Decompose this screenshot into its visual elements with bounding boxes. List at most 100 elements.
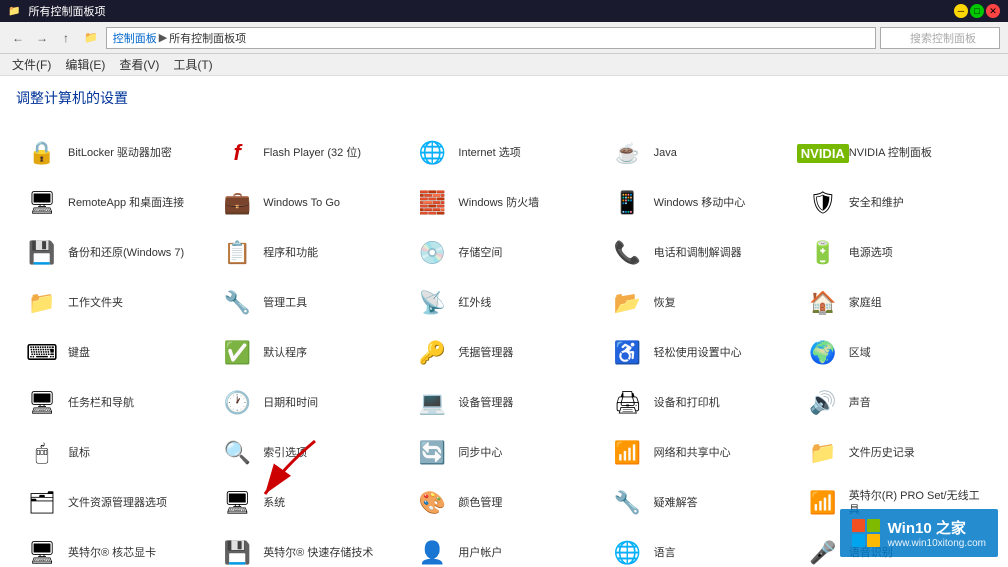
item-icon: 🔍: [219, 435, 255, 471]
watermark-main-text: Win10 之家: [888, 517, 986, 538]
item-label: 设备和打印机: [654, 396, 720, 410]
control-panel-item[interactable]: 💾 英特尔® 快速存储技术: [211, 528, 406, 567]
control-panel-item[interactable]: 📡 红外线: [406, 278, 601, 328]
item-label: 文件历史记录: [849, 446, 915, 460]
window-controls[interactable]: ─ □ ✕: [954, 4, 1000, 18]
item-label: 默认程序: [263, 346, 307, 360]
control-panel-item[interactable]: 🔊 声音: [797, 378, 992, 428]
window-title: 所有控制面板项: [28, 3, 954, 19]
item-label: 备份和还原(Windows 7): [68, 246, 184, 260]
menu-tools[interactable]: 工具(T): [167, 54, 218, 75]
item-label: Windows To Go: [263, 196, 340, 210]
item-label: 红外线: [458, 296, 491, 310]
control-panel-item[interactable]: 🔧 管理工具: [211, 278, 406, 328]
item-icon: 🖱: [24, 435, 60, 471]
control-panel-item[interactable]: 🖥 RemoteApp 和桌面连接: [16, 178, 211, 228]
control-panel-item[interactable]: 🖥 任务栏和导航: [16, 378, 211, 428]
control-panel-grid: 🔒 BitLocker 驱动器加密 f Flash Player (32 位) …: [16, 128, 992, 567]
control-panel-item[interactable]: 🔧 疑难解答: [602, 478, 797, 528]
control-panel-item[interactable]: 📁 文件历史记录: [797, 428, 992, 478]
control-panel-item[interactable]: 🔑 凭据管理器: [406, 328, 601, 378]
back-button[interactable]: ←: [8, 28, 28, 48]
control-panel-item[interactable]: 📋 程序和功能: [211, 228, 406, 278]
maximize-button[interactable]: □: [970, 4, 984, 18]
control-panel-item[interactable]: 💾 备份和还原(Windows 7): [16, 228, 211, 278]
item-icon: 💻: [414, 385, 450, 421]
item-icon: 💿: [414, 235, 450, 271]
item-icon: ♿: [610, 335, 646, 371]
item-label: 用户帐户: [458, 546, 502, 560]
control-panel-item[interactable]: 🖨 设备和打印机: [602, 378, 797, 428]
item-icon: 🔊: [805, 385, 841, 421]
menu-bar: 文件(F) 编辑(E) 查看(V) 工具(T): [0, 54, 1008, 76]
item-label: 网络和共享中心: [654, 446, 731, 460]
item-label: 英特尔® 核芯显卡: [68, 546, 156, 560]
control-panel-item[interactable]: ☕ Java: [602, 128, 797, 178]
control-panel-item[interactable]: ⌨ 键盘: [16, 328, 211, 378]
control-panel-item[interactable]: 📂 恢复: [602, 278, 797, 328]
menu-view[interactable]: 查看(V): [113, 54, 165, 75]
item-icon: 🌐: [610, 535, 646, 567]
control-panel-item[interactable]: 📁 工作文件夹: [16, 278, 211, 328]
menu-edit[interactable]: 编辑(E): [59, 54, 111, 75]
control-panel-item[interactable]: 🏠 家庭组: [797, 278, 992, 328]
item-label: NVIDIA 控制面板: [849, 146, 932, 160]
item-label: 颜色管理: [458, 496, 502, 510]
control-panel-item[interactable]: 🌍 区域: [797, 328, 992, 378]
control-panel-item[interactable]: 🧱 Windows 防火墙: [406, 178, 601, 228]
item-label: 声音: [849, 396, 871, 410]
search-button[interactable]: 搜索控制面板: [880, 27, 1000, 49]
control-panel-item[interactable]: 💻 设备管理器: [406, 378, 601, 428]
item-icon: 🕐: [219, 385, 255, 421]
control-panel-item[interactable]: 👤 用户帐户: [406, 528, 601, 567]
control-panel-item[interactable]: 📶 网络和共享中心: [602, 428, 797, 478]
item-icon: 📁: [24, 285, 60, 321]
control-panel-item[interactable]: 🖥 系统: [211, 478, 406, 528]
watermark-sub-text: www.win10xitong.com: [888, 538, 986, 549]
forward-button[interactable]: →: [32, 28, 52, 48]
menu-file[interactable]: 文件(F): [6, 54, 57, 75]
control-panel-item[interactable]: f Flash Player (32 位): [211, 128, 406, 178]
control-panel-item[interactable]: 🛡 安全和维护: [797, 178, 992, 228]
control-panel-item[interactable]: 🔍 索引选项: [211, 428, 406, 478]
item-icon: 📱: [610, 185, 646, 221]
item-label: 家庭组: [849, 296, 882, 310]
address-path[interactable]: 控制面板 ▶ 所有控制面板项: [106, 27, 876, 49]
control-panel-item[interactable]: 🔄 同步中心: [406, 428, 601, 478]
item-label: 键盘: [68, 346, 90, 360]
control-panel-item[interactable]: 💿 存储空间: [406, 228, 601, 278]
item-icon: 🎤: [805, 535, 841, 567]
item-label: 任务栏和导航: [68, 396, 134, 410]
item-label: 存储空间: [458, 246, 502, 260]
item-icon: 🏠: [805, 285, 841, 321]
control-panel-item[interactable]: 🌐 Internet 选项: [406, 128, 601, 178]
item-icon: 🎨: [414, 485, 450, 521]
control-panel-item[interactable]: 🌐 语言: [602, 528, 797, 567]
item-icon: 👤: [414, 535, 450, 567]
control-panel-item[interactable]: NVIDIA NVIDIA 控制面板: [797, 128, 992, 178]
control-panel-item[interactable]: 🖥 英特尔® 核芯显卡: [16, 528, 211, 567]
item-label: BitLocker 驱动器加密: [68, 146, 172, 160]
item-label: 英特尔® 快速存储技术: [263, 546, 373, 560]
item-label: 电话和调制解调器: [654, 246, 742, 260]
item-icon: 🛡: [805, 185, 841, 221]
close-button[interactable]: ✕: [986, 4, 1000, 18]
item-icon: ⌨: [24, 335, 60, 371]
control-panel-item[interactable]: 🔋 电源选项: [797, 228, 992, 278]
path-segment-control-panel[interactable]: 控制面板: [113, 30, 157, 46]
control-panel-item[interactable]: ♿ 轻松使用设置中心: [602, 328, 797, 378]
control-panel-item[interactable]: 🖱 鼠标: [16, 428, 211, 478]
control-panel-item[interactable]: 🕐 日期和时间: [211, 378, 406, 428]
control-panel-item[interactable]: 🗂 文件资源管理器选项: [16, 478, 211, 528]
item-icon: ✅: [219, 335, 255, 371]
control-panel-item[interactable]: 📱 Windows 移动中心: [602, 178, 797, 228]
control-panel-item[interactable]: 💼 Windows To Go: [211, 178, 406, 228]
control-panel-item[interactable]: ✅ 默认程序: [211, 328, 406, 378]
control-panel-item[interactable]: 🔒 BitLocker 驱动器加密: [16, 128, 211, 178]
item-label: 工作文件夹: [68, 296, 123, 310]
minimize-button[interactable]: ─: [954, 4, 968, 18]
control-panel-item[interactable]: 🎨 颜色管理: [406, 478, 601, 528]
item-label: Flash Player (32 位): [263, 146, 361, 160]
control-panel-item[interactable]: 📞 电话和调制解调器: [602, 228, 797, 278]
up-button[interactable]: ↑: [56, 28, 76, 48]
